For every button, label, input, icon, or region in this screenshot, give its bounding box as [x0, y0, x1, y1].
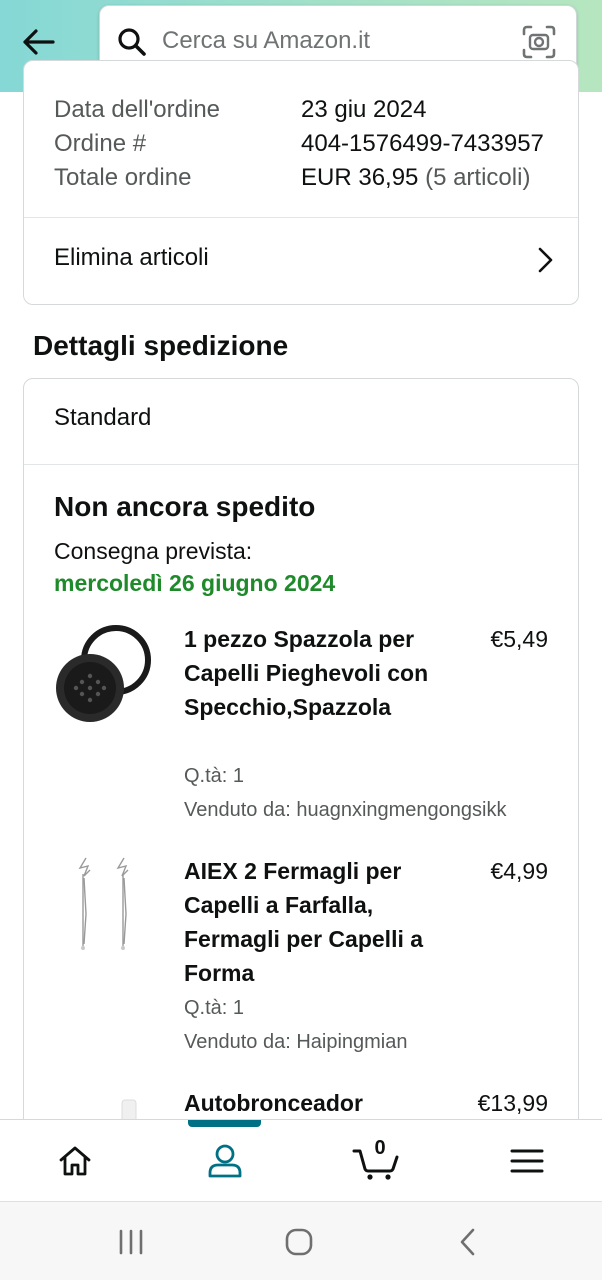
hamburger-menu-icon: [510, 1149, 544, 1173]
nav-menu[interactable]: [452, 1120, 602, 1202]
order-date-row: Data dell'ordine 23 giu 2024: [54, 95, 426, 125]
item-title[interactable]: Autobronceador: [184, 1086, 454, 1120]
shipment-section-title: Dettagli spedizione: [33, 330, 289, 361]
bottom-navigation: [0, 1119, 602, 1201]
item-quantity: Q.tà: 1: [184, 997, 245, 1019]
order-item[interactable]: 1 pezzo Spazzola per Capelli Pieghevoli …: [24, 622, 578, 832]
account-icon: [208, 1144, 242, 1178]
home-system-button[interactable]: [279, 1222, 319, 1262]
item-price: €13,99: [477, 1090, 548, 1116]
butterfly-hair-clips-thumbnail[interactable]: [50, 854, 160, 964]
home-icon: [59, 1146, 91, 1176]
item-price: €5,49: [490, 626, 548, 652]
delivery-label: Consegna prevista:: [54, 538, 253, 564]
order-total-value: EUR 36,95: [301, 164, 419, 191]
hairbrush-mirror-thumbnail[interactable]: [50, 622, 160, 732]
item-seller: Venduto da: huagnxingmengongsikk: [184, 799, 507, 821]
recent-apps-button[interactable]: [111, 1222, 151, 1262]
shipment-card: Standard Non ancora spedito Consegna pre…: [23, 378, 579, 1138]
remove-items-label: Elimina articoli: [54, 244, 209, 271]
nav-cart[interactable]: [301, 1120, 451, 1202]
system-navigation-bar: [0, 1201, 602, 1280]
order-number-row: Ordine # 404-1576499-7433957: [54, 129, 544, 159]
back-arrow-icon: [23, 29, 55, 55]
order-date-label: Data dell'ordine: [54, 96, 221, 123]
search-icon: [118, 28, 146, 56]
cart-count-badge: 0: [374, 1137, 386, 1159]
order-number-value: 404-1576499-7433957: [301, 130, 544, 157]
recent-apps-icon: [119, 1229, 143, 1255]
back-system-button[interactable]: [448, 1222, 488, 1262]
shipment-status: Non ancora spedito: [54, 491, 316, 522]
camera-search-icon[interactable]: [520, 23, 558, 61]
order-summary-card: Data dell'ordine 23 giu 2024 Ordine # 40…: [23, 60, 579, 305]
chevron-right-icon: [538, 247, 553, 273]
shipping-method: Standard: [54, 404, 152, 431]
order-total-row: Totale ordine EUR 36,95 (5 articoli): [54, 163, 530, 193]
order-number-label: Ordine #: [54, 130, 147, 157]
search-input[interactable]: [162, 20, 502, 62]
order-total-value-wrap: EUR 36,95 (5 articoli): [301, 163, 530, 193]
order-item-count: (5 articoli): [425, 164, 531, 191]
back-chevron-icon: [460, 1228, 475, 1256]
item-price: €4,99: [490, 858, 548, 884]
divider: [24, 464, 578, 465]
order-total-label: Totale ordine: [54, 164, 192, 191]
nav-home[interactable]: [0, 1120, 150, 1202]
item-title[interactable]: 1 pezzo Spazzola per Capelli Pieghevoli …: [184, 622, 454, 724]
nav-account[interactable]: [150, 1120, 300, 1202]
back-button[interactable]: [16, 20, 60, 64]
item-title[interactable]: AIEX 2 Fermagli per Capelli a Farfalla, …: [184, 854, 454, 990]
order-item[interactable]: AIEX 2 Fermagli per Capelli a Farfalla, …: [24, 854, 578, 1064]
item-quantity: Q.tà: 1: [184, 765, 245, 787]
delivery-date: mercoledì 26 giugno 2024: [54, 570, 336, 596]
remove-items-link[interactable]: Elimina articoli: [24, 217, 578, 305]
item-seller: Venduto da: Haipingmian: [184, 1031, 408, 1053]
home-circle-icon: [285, 1228, 313, 1256]
order-date-value: 23 giu 2024: [301, 96, 427, 123]
